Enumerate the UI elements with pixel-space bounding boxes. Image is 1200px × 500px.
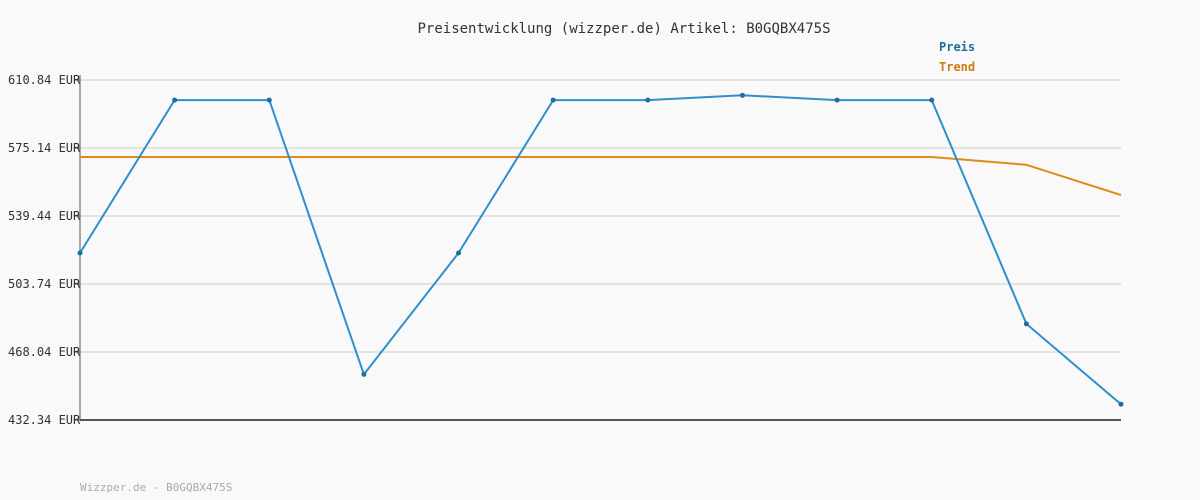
legend-entry-trend: Trend [939,60,975,74]
data-point-preis [266,97,272,103]
data-point-preis [77,250,83,256]
chart-title: Preisentwicklung (wizzper.de) Artikel: B… [417,21,830,37]
series-layer [77,92,1124,407]
axis-layer [79,75,1121,421]
data-point-preis [1023,321,1029,327]
y-axis-tick-labels: 610.84 EUR 575.14 EUR 539.44 EUR 503.74 EUR… [8,73,81,427]
chart-svg: Preisentwicklung (wizzper.de) Artikel: B… [8,21,1124,494]
y-tick-label: 610.84 EUR [8,73,81,87]
footer-text: Wizzper.de - B0GQBX475S [80,481,232,494]
data-point-preis [1118,401,1124,407]
data-point-preis [739,92,745,98]
data-point-preis [834,97,840,103]
y-tick-label: 539.44 EUR [8,209,81,223]
y-tick-label: 432.34 EUR [8,413,81,427]
data-point-preis [172,97,178,103]
series-line-preis [79,94,1122,406]
data-point-preis [645,97,651,103]
legend: Preis Trend [939,40,975,74]
data-point-preis [929,97,935,103]
grid-layer [75,79,1121,421]
data-point-preis [361,371,367,377]
y-tick-label: 503.74 EUR [8,277,81,291]
y-tick-label: 468.04 EUR [8,345,81,359]
data-point-preis [550,97,556,103]
y-tick-label: 575.14 EUR [8,141,81,155]
legend-entry-preis: Preis [939,40,975,54]
price-chart: Preisentwicklung (wizzper.de) Artikel: B… [0,0,1200,500]
data-point-preis [456,250,462,256]
